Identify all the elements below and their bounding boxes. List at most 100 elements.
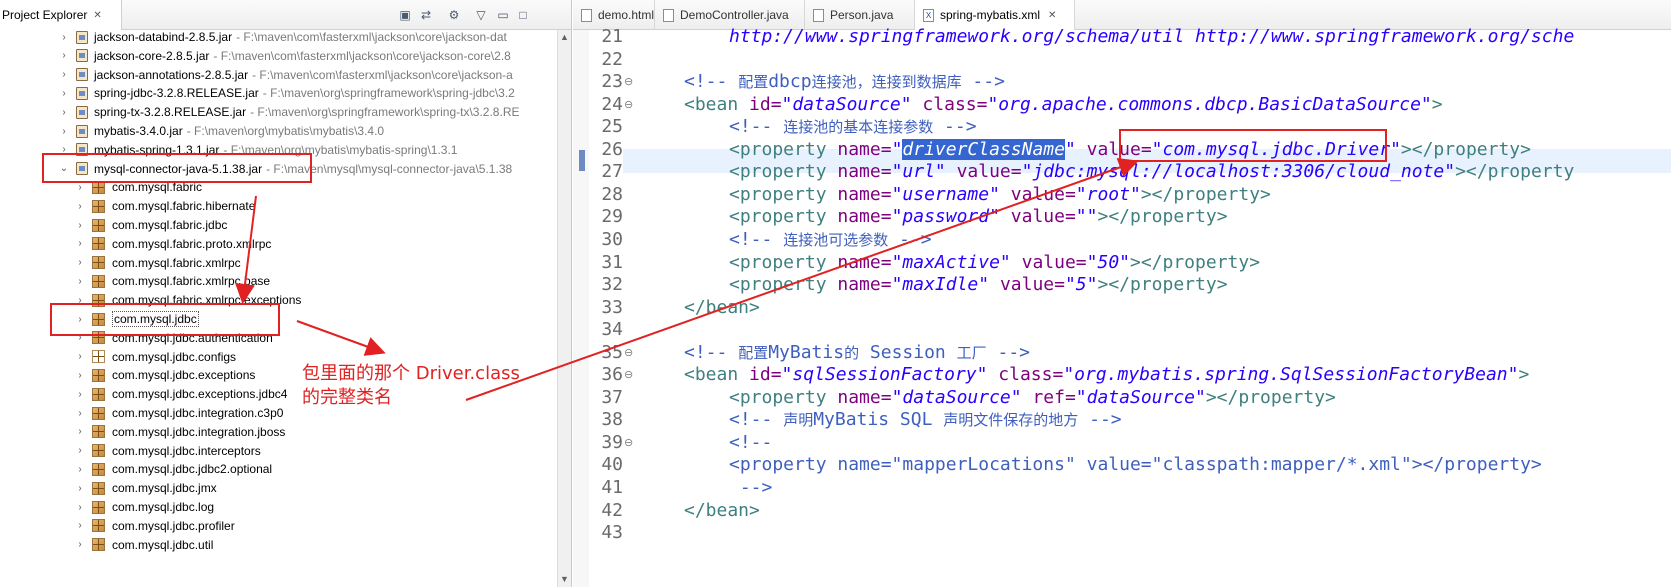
scroll-down-arrow-icon[interactable]: ▼ — [560, 574, 569, 584]
tree-item-jar[interactable]: › mybatis-3.4.0.jar - F:\maven\org\mybatis… — [0, 121, 556, 141]
collapsed-arrow-icon[interactable]: › — [74, 389, 86, 400]
code-line: <property name="username" value="root"><… — [729, 183, 1271, 207]
code-line: </bean> — [684, 499, 760, 523]
line-number: 41 — [601, 477, 623, 498]
collapsed-arrow-icon[interactable]: › — [74, 520, 86, 531]
code-token: 工厂 — [956, 343, 987, 362]
tree-item-package[interactable]: › com.mysql.jdbc.jmx — [0, 478, 556, 498]
xml-file-icon: X — [923, 8, 934, 22]
code-token: " — [891, 138, 903, 160]
tree-item-package[interactable]: › com.mysql.jdbc.interceptors — [0, 441, 556, 461]
code-token: 配置 — [738, 343, 769, 362]
tree-item-package[interactable]: › com.mysql.jdbc.log — [0, 497, 556, 517]
collapsed-arrow-icon[interactable]: › — [74, 238, 86, 249]
code-token: "50" — [1086, 251, 1130, 273]
fold-toggle-icon[interactable]: ⊖ — [624, 70, 636, 94]
package-name: com.mysql.jdbc.exceptions.jdbc4 — [112, 387, 288, 402]
collapsed-arrow-icon[interactable]: › — [74, 464, 86, 475]
collapsed-arrow-icon[interactable]: › — [74, 276, 86, 287]
tree-item-package[interactable]: › com.mysql.jdbc.util — [0, 535, 556, 555]
annotation-note: 包里面的那个 Driver.class 的完整类名 — [302, 362, 520, 410]
fold-toggle-icon[interactable]: ⊖ — [624, 93, 636, 117]
tree-item-jar[interactable]: › jackson-databind-2.8.5.jar - F:\maven\co… — [0, 27, 556, 47]
tree-item-package[interactable]: › com.mysql.fabric.jdbc — [0, 215, 556, 235]
collapse-all-icon[interactable]: ▣ — [398, 8, 412, 22]
collapsed-arrow-icon[interactable]: › — [58, 88, 70, 99]
java-file-icon — [663, 8, 674, 22]
project-explorer-tab[interactable]: Project Explorer ✕ — [0, 0, 122, 30]
code-token: http://www.springframework.org/schema/ut… — [729, 26, 1575, 47]
fold-toggle-icon[interactable]: ⊖ — [624, 431, 636, 455]
tree-item-package[interactable]: › com.mysql.jdbc.integration.jboss — [0, 422, 556, 442]
code-token: "url" — [891, 161, 946, 183]
package-name: com.mysql.jdbc.interceptors — [112, 443, 261, 458]
code-token: name= — [837, 386, 892, 408]
package-name: com.mysql.fabric.xmlrpc — [112, 255, 241, 270]
fold-toggle-icon[interactable]: ⊖ — [624, 341, 636, 365]
collapsed-arrow-icon[interactable]: › — [74, 445, 86, 456]
line-number: 28 — [601, 183, 623, 205]
tree-item-package[interactable]: › com.mysql.jdbc.profiler — [0, 516, 556, 536]
code-line: <property name="password" value=""></pro… — [729, 205, 1228, 229]
code-token: "dataSource" — [891, 386, 1022, 408]
close-icon[interactable]: ✕ — [1048, 10, 1056, 21]
collapsed-arrow-icon[interactable]: › — [58, 50, 70, 61]
line-number: 27 — [601, 161, 623, 183]
code-token: name= — [837, 274, 892, 296]
tree-item-package[interactable]: › com.mysql.fabric.xmlrpc — [0, 253, 556, 273]
code-token: "org.apache.commons.dbcp.BasicDataSource… — [987, 93, 1432, 115]
line-number: 33 — [601, 296, 623, 318]
tree-item-jar[interactable]: › jackson-annotations-2.8.5.jar - F:\maven… — [0, 65, 556, 85]
code-token: value= — [999, 206, 1076, 228]
tree-item-jar[interactable]: › spring-tx-3.2.8.RELEASE.jar - F:\maven\o… — [0, 102, 556, 122]
collapsed-arrow-icon[interactable]: › — [74, 182, 86, 193]
tree-item-package[interactable]: › com.mysql.fabric.xmlrpc.base — [0, 271, 556, 291]
tree-item-package[interactable]: › com.mysql.fabric.proto.xmlrpc — [0, 234, 556, 254]
collapsed-arrow-icon[interactable]: › — [58, 107, 70, 118]
vertical-scrollbar[interactable] — [557, 30, 571, 587]
package-icon — [92, 256, 105, 270]
code-line: <!-- 声明MyBatis SQL 声明文件保存的地方 --> — [729, 408, 1122, 432]
code-line: <!-- 配置MyBatis的 Session 工厂 --> — [684, 341, 1030, 365]
filters-icon[interactable]: ⚙ — [447, 8, 461, 22]
collapsed-arrow-icon[interactable]: › — [58, 69, 70, 80]
line-number: 30 — [601, 228, 623, 250]
code-token: --> — [986, 341, 1030, 363]
package-icon — [92, 462, 105, 476]
collapsed-arrow-icon[interactable]: › — [74, 539, 86, 550]
close-icon[interactable]: ✕ — [93, 10, 101, 21]
fold-toggle-icon[interactable]: ⊖ — [624, 363, 636, 387]
collapsed-arrow-icon[interactable]: › — [58, 126, 70, 137]
minimize-icon[interactable]: ▭ — [496, 8, 510, 22]
link-editor-icon[interactable]: ⇄ — [419, 8, 433, 22]
code-token: Session — [859, 341, 957, 363]
collapsed-arrow-icon[interactable]: › — [58, 32, 70, 43]
collapsed-arrow-icon[interactable]: › — [74, 502, 86, 513]
jar-icon — [76, 124, 88, 138]
collapsed-arrow-icon[interactable]: › — [74, 426, 86, 437]
code-token: ></property> — [1130, 251, 1261, 273]
collapsed-arrow-icon[interactable]: › — [74, 201, 86, 212]
collapsed-arrow-icon[interactable]: › — [74, 257, 86, 268]
line-number: 29 — [601, 206, 623, 228]
collapsed-arrow-icon[interactable]: › — [74, 351, 86, 362]
maximize-icon[interactable]: □ — [516, 8, 530, 22]
collapsed-arrow-icon[interactable]: › — [74, 483, 86, 494]
tree-item-package[interactable]: › com.mysql.jdbc.jdbc2.optional — [0, 459, 556, 479]
scroll-up-arrow-icon[interactable]: ▲ — [560, 32, 569, 42]
code-token: --> — [933, 116, 977, 138]
tree-item-jar[interactable]: › spring-jdbc-3.2.8.RELEASE.jar - F:\maven… — [0, 83, 556, 103]
collapsed-arrow-icon[interactable]: › — [74, 220, 86, 231]
view-menu-icon[interactable]: ▽ — [474, 8, 488, 22]
code-token: ></property> — [1205, 386, 1336, 408]
tree-item-jar[interactable]: › jackson-core-2.8.5.jar - F:\maven\com\fa… — [0, 46, 556, 66]
jar-icon — [76, 49, 88, 63]
collapsed-arrow-icon[interactable]: › — [74, 370, 86, 381]
line-number: 38 — [601, 409, 623, 431]
tree-item-package[interactable]: › com.mysql.fabric.hibernate — [0, 196, 556, 216]
code-token: "dataSource" — [781, 93, 912, 115]
code-token: --> — [729, 477, 773, 498]
code-token: ref= — [1021, 386, 1076, 408]
code-line: <property name="maxIdle" value="5"></pro… — [729, 273, 1228, 297]
collapsed-arrow-icon[interactable]: › — [74, 408, 86, 419]
